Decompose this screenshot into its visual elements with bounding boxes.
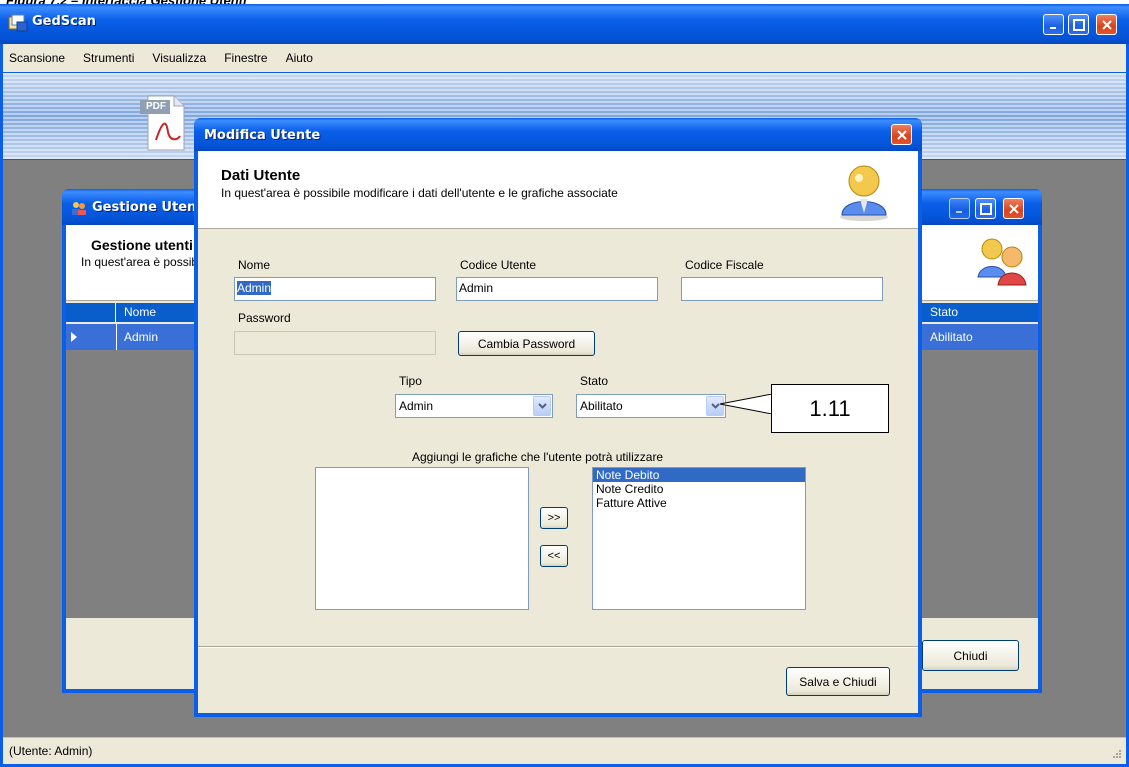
close-icon (1101, 19, 1112, 30)
remove-graphic-button[interactable]: << (540, 545, 568, 567)
salva-e-chiudi-button[interactable]: Salva e Chiudi (786, 667, 890, 696)
stato-label: Stato (580, 374, 609, 388)
nome-label: Nome (238, 258, 271, 272)
child-header-title: Gestione utenti (91, 237, 193, 253)
nome-value: Admin (237, 281, 272, 295)
cell-nome: Admin (124, 330, 159, 344)
codice-fiscale-label: Codice Fiscale (685, 258, 764, 272)
callout-pointer (719, 394, 773, 414)
cambia-password-button[interactable]: Cambia Password (458, 331, 595, 356)
tipo-select[interactable]: Admin (395, 394, 553, 418)
dialog-header: Dati Utente In quest'area è possibile mo… (198, 151, 918, 229)
stato-select[interactable]: Abilitato (576, 394, 726, 418)
menu-bar: Scansione Strumenti Visualizza Finestre … (3, 44, 1126, 72)
menu-aiuto[interactable]: Aiuto (286, 51, 313, 65)
menu-strumenti[interactable]: Strumenti (83, 51, 134, 65)
chevron-down-icon[interactable] (533, 396, 551, 416)
minimize-button[interactable] (1043, 14, 1064, 35)
maximize-icon (979, 202, 992, 215)
cell-stato: Abilitato (930, 330, 973, 344)
tipo-value: Admin (399, 399, 434, 413)
user-icon (834, 159, 894, 224)
status-user: (Utente: Admin) (9, 744, 93, 758)
status-bar: (Utente: Admin) (3, 737, 1126, 764)
maximize-button[interactable] (1068, 14, 1089, 35)
close-icon (896, 129, 907, 140)
chiudi-button[interactable]: Chiudi (922, 640, 1019, 671)
add-graphic-button[interactable]: >> (540, 507, 568, 529)
pdf-icon-label: PDF (146, 101, 166, 112)
minimize-icon (1049, 26, 1056, 29)
list-item[interactable]: Fatture Attive (593, 496, 805, 510)
users-small-icon (70, 200, 88, 219)
available-graphics-list[interactable] (315, 467, 529, 610)
assigned-graphics-list[interactable]: Note Debito Note Credito Fatture Attive (592, 467, 806, 610)
child-maximize-button[interactable] (975, 198, 996, 219)
row-divider (116, 324, 117, 350)
pdf-scan-button[interactable]: PDF (140, 92, 188, 152)
child-close-button[interactable] (1003, 198, 1024, 219)
row-selector-icon (70, 331, 78, 345)
menu-finestre[interactable]: Finestre (224, 51, 267, 65)
dialog-header-title: Dati Utente (221, 167, 301, 184)
dialog-title-bar[interactable]: Modifica Utente (194, 118, 922, 151)
grid-row-header-cell (66, 303, 116, 322)
child-minimize-button[interactable] (949, 198, 970, 219)
dialog-close-button[interactable] (891, 124, 912, 145)
child-window-title: Gestione Utenti (92, 200, 207, 215)
close-icon (1008, 203, 1019, 214)
resize-grip-icon[interactable] (1110, 747, 1122, 762)
app-icon (8, 14, 28, 35)
list-item[interactable]: Note Debito (593, 468, 805, 482)
password-field (234, 331, 436, 355)
codice-utente-label: Codice Utente (460, 258, 537, 272)
password-label: Password (238, 311, 291, 325)
users-icon (974, 233, 1030, 292)
grafiche-label: Aggiungi le grafiche che l'utente potrà … (412, 450, 664, 464)
main-window-title: GedScan (32, 14, 96, 29)
codice-fiscale-field[interactable] (681, 277, 883, 301)
dialog-separator (198, 646, 918, 648)
stato-value: Abilitato (580, 399, 623, 413)
column-header-nome[interactable]: Nome (124, 305, 156, 319)
list-item[interactable]: Note Credito (593, 482, 805, 496)
maximize-icon (1072, 18, 1085, 31)
codice-utente-field[interactable]: Admin (456, 277, 658, 301)
menu-visualizza[interactable]: Visualizza (152, 51, 206, 65)
dialog-header-desc: In quest'area è possibile modificare i d… (221, 186, 618, 200)
dialog-title: Modifica Utente (204, 128, 321, 143)
child-header-desc: In quest'area è possibile (81, 255, 211, 269)
close-button[interactable] (1096, 14, 1117, 35)
main-title-bar[interactable]: GedScan (0, 4, 1129, 44)
tipo-label: Tipo (399, 374, 422, 388)
nome-field[interactable]: Admin (234, 277, 436, 301)
callout-label: 1.11 (771, 384, 889, 433)
menu-scansione[interactable]: Scansione (9, 51, 65, 65)
minimize-icon (955, 210, 962, 213)
column-header-stato[interactable]: Stato (930, 305, 958, 319)
